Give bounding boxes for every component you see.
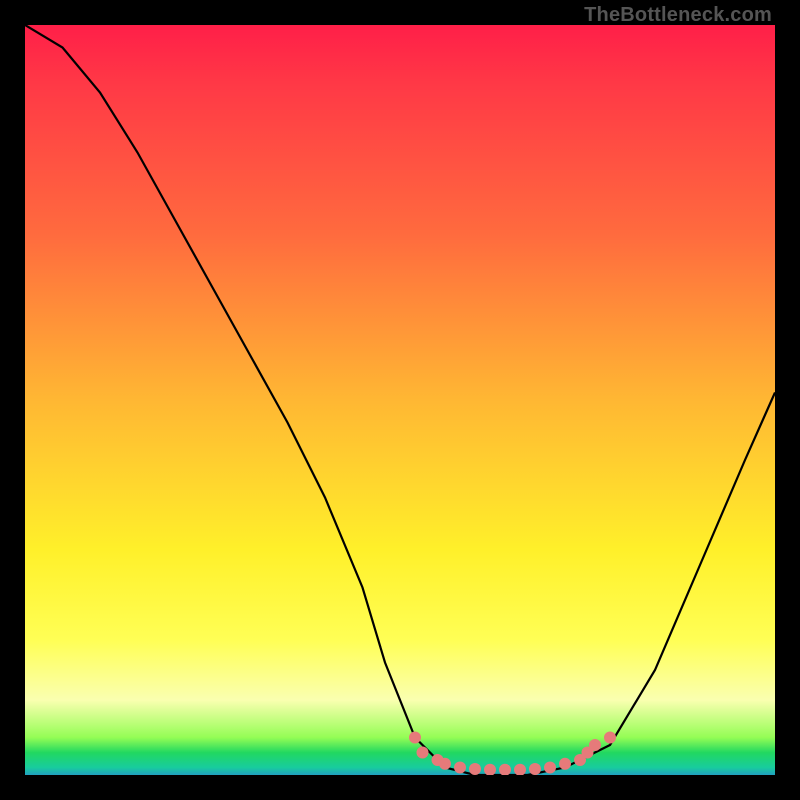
chart-container: TheBottleneck.com (0, 0, 800, 800)
watermark-text: TheBottleneck.com (584, 4, 772, 27)
plot-area (25, 25, 775, 775)
